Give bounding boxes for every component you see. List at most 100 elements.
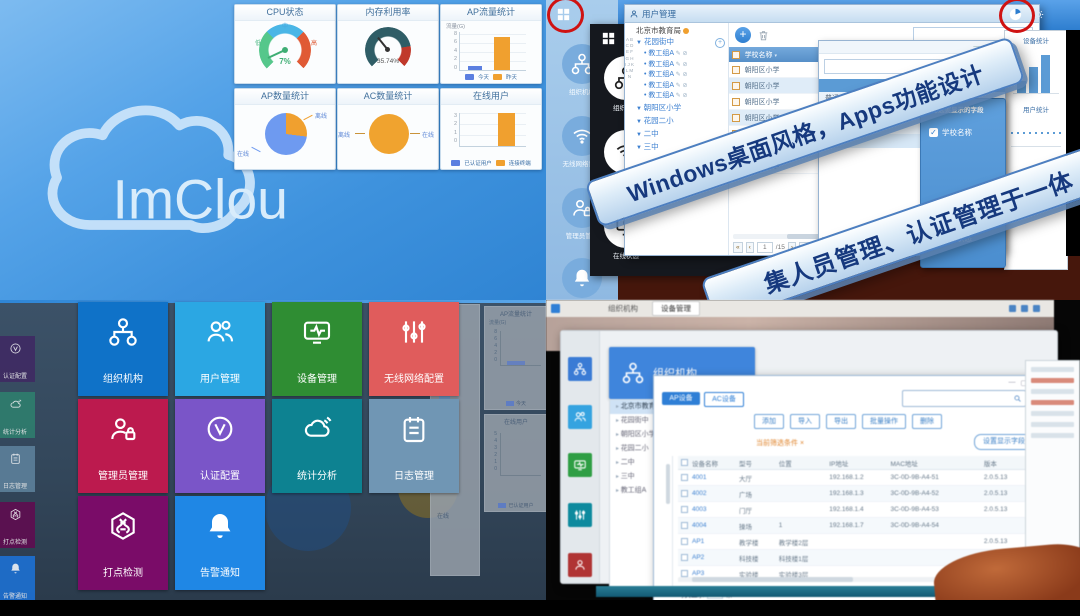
table-row[interactable]: 4004操场1192.168.1.73C-0D-9B-A4-54 (678, 518, 1036, 534)
column-header[interactable]: 设备名称 (690, 458, 737, 468)
mini-tile-label: 日志管理 (0, 481, 35, 490)
sidebar-stats-icon[interactable] (568, 503, 592, 527)
mini-tile-alert[interactable]: 告警通知 (0, 556, 35, 602)
tile-organization[interactable]: 组织机构 (78, 302, 168, 396)
row-checkbox[interactable] (729, 98, 743, 106)
table-row[interactable]: 4001大厅192.168.1.23C-0D-9B-A4-512.0.5.13 (678, 470, 1036, 486)
alphabet-index[interactable]: A B C D E F G H I J K L M N (625, 23, 634, 255)
row-checkbox[interactable] (729, 114, 743, 122)
mini-tile-log[interactable]: 日志管理 (0, 446, 35, 492)
toolbar-button[interactable]: 删除 (912, 414, 942, 429)
column-header[interactable]: 学校名称 ▾ (743, 50, 822, 60)
select-all-checkbox[interactable] (729, 51, 743, 59)
v-shield-icon (204, 413, 236, 445)
tile-stats-analysis[interactable]: 统计分析 (272, 399, 362, 493)
table-row[interactable]: 4003门厅192.168.1.43C-0D-9B-A4-532.0.5.13 (678, 502, 1036, 518)
app-logo-icon[interactable] (551, 304, 560, 313)
add-user-button[interactable]: + (735, 27, 751, 43)
faded-pie-label: 在线 (437, 511, 449, 520)
device-search-box (902, 390, 1026, 407)
toolbar-button[interactable]: 导入 (790, 414, 820, 429)
tile-user-mgmt[interactable]: 用户管理 (175, 302, 265, 396)
prev-page-button[interactable]: ‹ (746, 242, 754, 253)
tile-auth-config[interactable]: 认证配置 (175, 399, 265, 493)
filter-breadcrumb[interactable]: 当前筛选条件 × (756, 438, 804, 448)
admin-lock-icon (107, 413, 139, 445)
page-input[interactable]: 1 (757, 242, 773, 253)
row-checkbox[interactable] (678, 522, 690, 529)
row-checkbox[interactable] (729, 82, 743, 90)
column-header[interactable]: 型号 (737, 458, 777, 468)
widget-ac-count: AC数量统计 离线 在线 (337, 88, 439, 170)
tile-dot-check[interactable]: 打点检测 (78, 496, 168, 590)
tab-ap-devices[interactable]: AP设备 (662, 392, 700, 405)
table-cell: 3C-0D-9B-A4-54 (888, 522, 981, 529)
sidebar-device-icon[interactable] (568, 453, 592, 477)
device-stats-title: 设备统计 (1005, 31, 1067, 45)
system-tray-icons[interactable] (1009, 305, 1040, 312)
row-checkbox[interactable] (678, 490, 690, 497)
tree-item[interactable]: 教工组A (636, 81, 728, 92)
tree-scrollbar[interactable] (656, 456, 673, 586)
tree-group[interactable]: 朝阳区小学 (636, 102, 728, 115)
tree-item[interactable]: 教工组A (636, 60, 728, 71)
toolbar-button[interactable]: 添加 (754, 414, 784, 429)
row-checkbox[interactable] (678, 506, 690, 513)
add-group-icon[interactable]: + (715, 38, 725, 48)
window-titlebar[interactable]: 用户管理 (625, 5, 1039, 23)
search-icon[interactable] (1013, 394, 1022, 403)
table-cell: 3C-0D-9B-A4-51 (888, 474, 981, 481)
tree-item[interactable]: 教工组A (636, 91, 728, 102)
sidebar-users-icon[interactable] (568, 405, 592, 429)
apps-grid-icon[interactable] (600, 30, 617, 47)
toolbar-button[interactable]: 批量操作 (862, 414, 906, 429)
tree-group-expanded[interactable]: ▼ 花园街中 + (636, 36, 728, 49)
tab-ac-devices[interactable]: AC设备 (704, 392, 744, 407)
select-all-checkbox[interactable] (678, 459, 690, 466)
first-page-button[interactable]: « (733, 242, 743, 253)
row-checkbox[interactable] (678, 570, 690, 577)
device-search-input[interactable] (903, 393, 1013, 405)
tile-wireless-config[interactable]: 无线网络配置 (369, 302, 459, 396)
tree-item[interactable]: 教工组A (636, 70, 728, 81)
table-row[interactable]: AP1教学楼教学楼2层2.0.5.13 (678, 534, 1036, 550)
mini-tile-auth[interactable]: 认证配置 (0, 336, 35, 382)
cloud-signal-icon (301, 413, 333, 445)
table-cell: 广场 (737, 489, 777, 499)
sidebar-admin-icon[interactable] (568, 553, 592, 577)
checkbox-checked-icon[interactable]: ✓ (929, 128, 938, 137)
minimize-button[interactable]: — (1009, 379, 1016, 387)
y-ticks: 86420 (447, 30, 457, 72)
toolbar-button[interactable]: 导出 (826, 414, 856, 429)
column-header[interactable]: IP地址 (827, 458, 888, 468)
table-cell: 操场 (737, 521, 777, 531)
row-checkbox[interactable] (678, 554, 690, 561)
tree-root[interactable]: 北京市教育局 (636, 25, 728, 36)
tree-group[interactable]: 花园二小 (636, 115, 728, 128)
row-checkbox[interactable] (678, 474, 690, 481)
tab-organization[interactable]: 组织机构 (608, 303, 638, 314)
column-header[interactable]: MAC地址 (888, 458, 981, 468)
table-cell: 科技楼 (737, 553, 777, 563)
tab-device-mgmt[interactable]: 设备管理 (652, 301, 700, 316)
column-header[interactable]: 位置 (777, 458, 828, 468)
row-checkbox[interactable] (729, 66, 743, 74)
table-cell: 4004 (690, 522, 737, 529)
field-checkbox-row[interactable]: ✓ 学校名称 (929, 127, 972, 138)
mini-tile-dot-check[interactable]: 打点检测 (0, 502, 35, 548)
tile-alert-notice[interactable]: 告警通知 (175, 496, 265, 590)
window-title: 用户管理 (642, 8, 676, 20)
tile-admin-mgmt[interactable]: 管理员管理 (78, 399, 168, 493)
tile-device-mgmt[interactable]: 设备管理 (272, 302, 362, 396)
mini-tile-stats[interactable]: 统计分析 (0, 392, 35, 438)
faded-card-title: 在线用户 (485, 415, 547, 426)
trash-icon[interactable] (757, 29, 770, 42)
row-checkbox[interactable] (678, 538, 690, 545)
main-app-window: 组织机构 北京市教育局花园街中朝阳区小学花园二小二中三中教工组A 设备管理 全部… (560, 330, 1058, 584)
table-row[interactable]: 4002广场192.168.1.33C-0D-9B-A4-522.0.5.13 (678, 486, 1036, 502)
tile-label: 无线网络配置 (369, 370, 459, 385)
tile-log-mgmt[interactable]: 日志管理 (369, 399, 459, 493)
mini-tile-label: 统计分析 (0, 427, 35, 436)
sidebar-org-icon[interactable] (568, 357, 592, 381)
tree-item[interactable]: 教工组A (636, 49, 728, 60)
